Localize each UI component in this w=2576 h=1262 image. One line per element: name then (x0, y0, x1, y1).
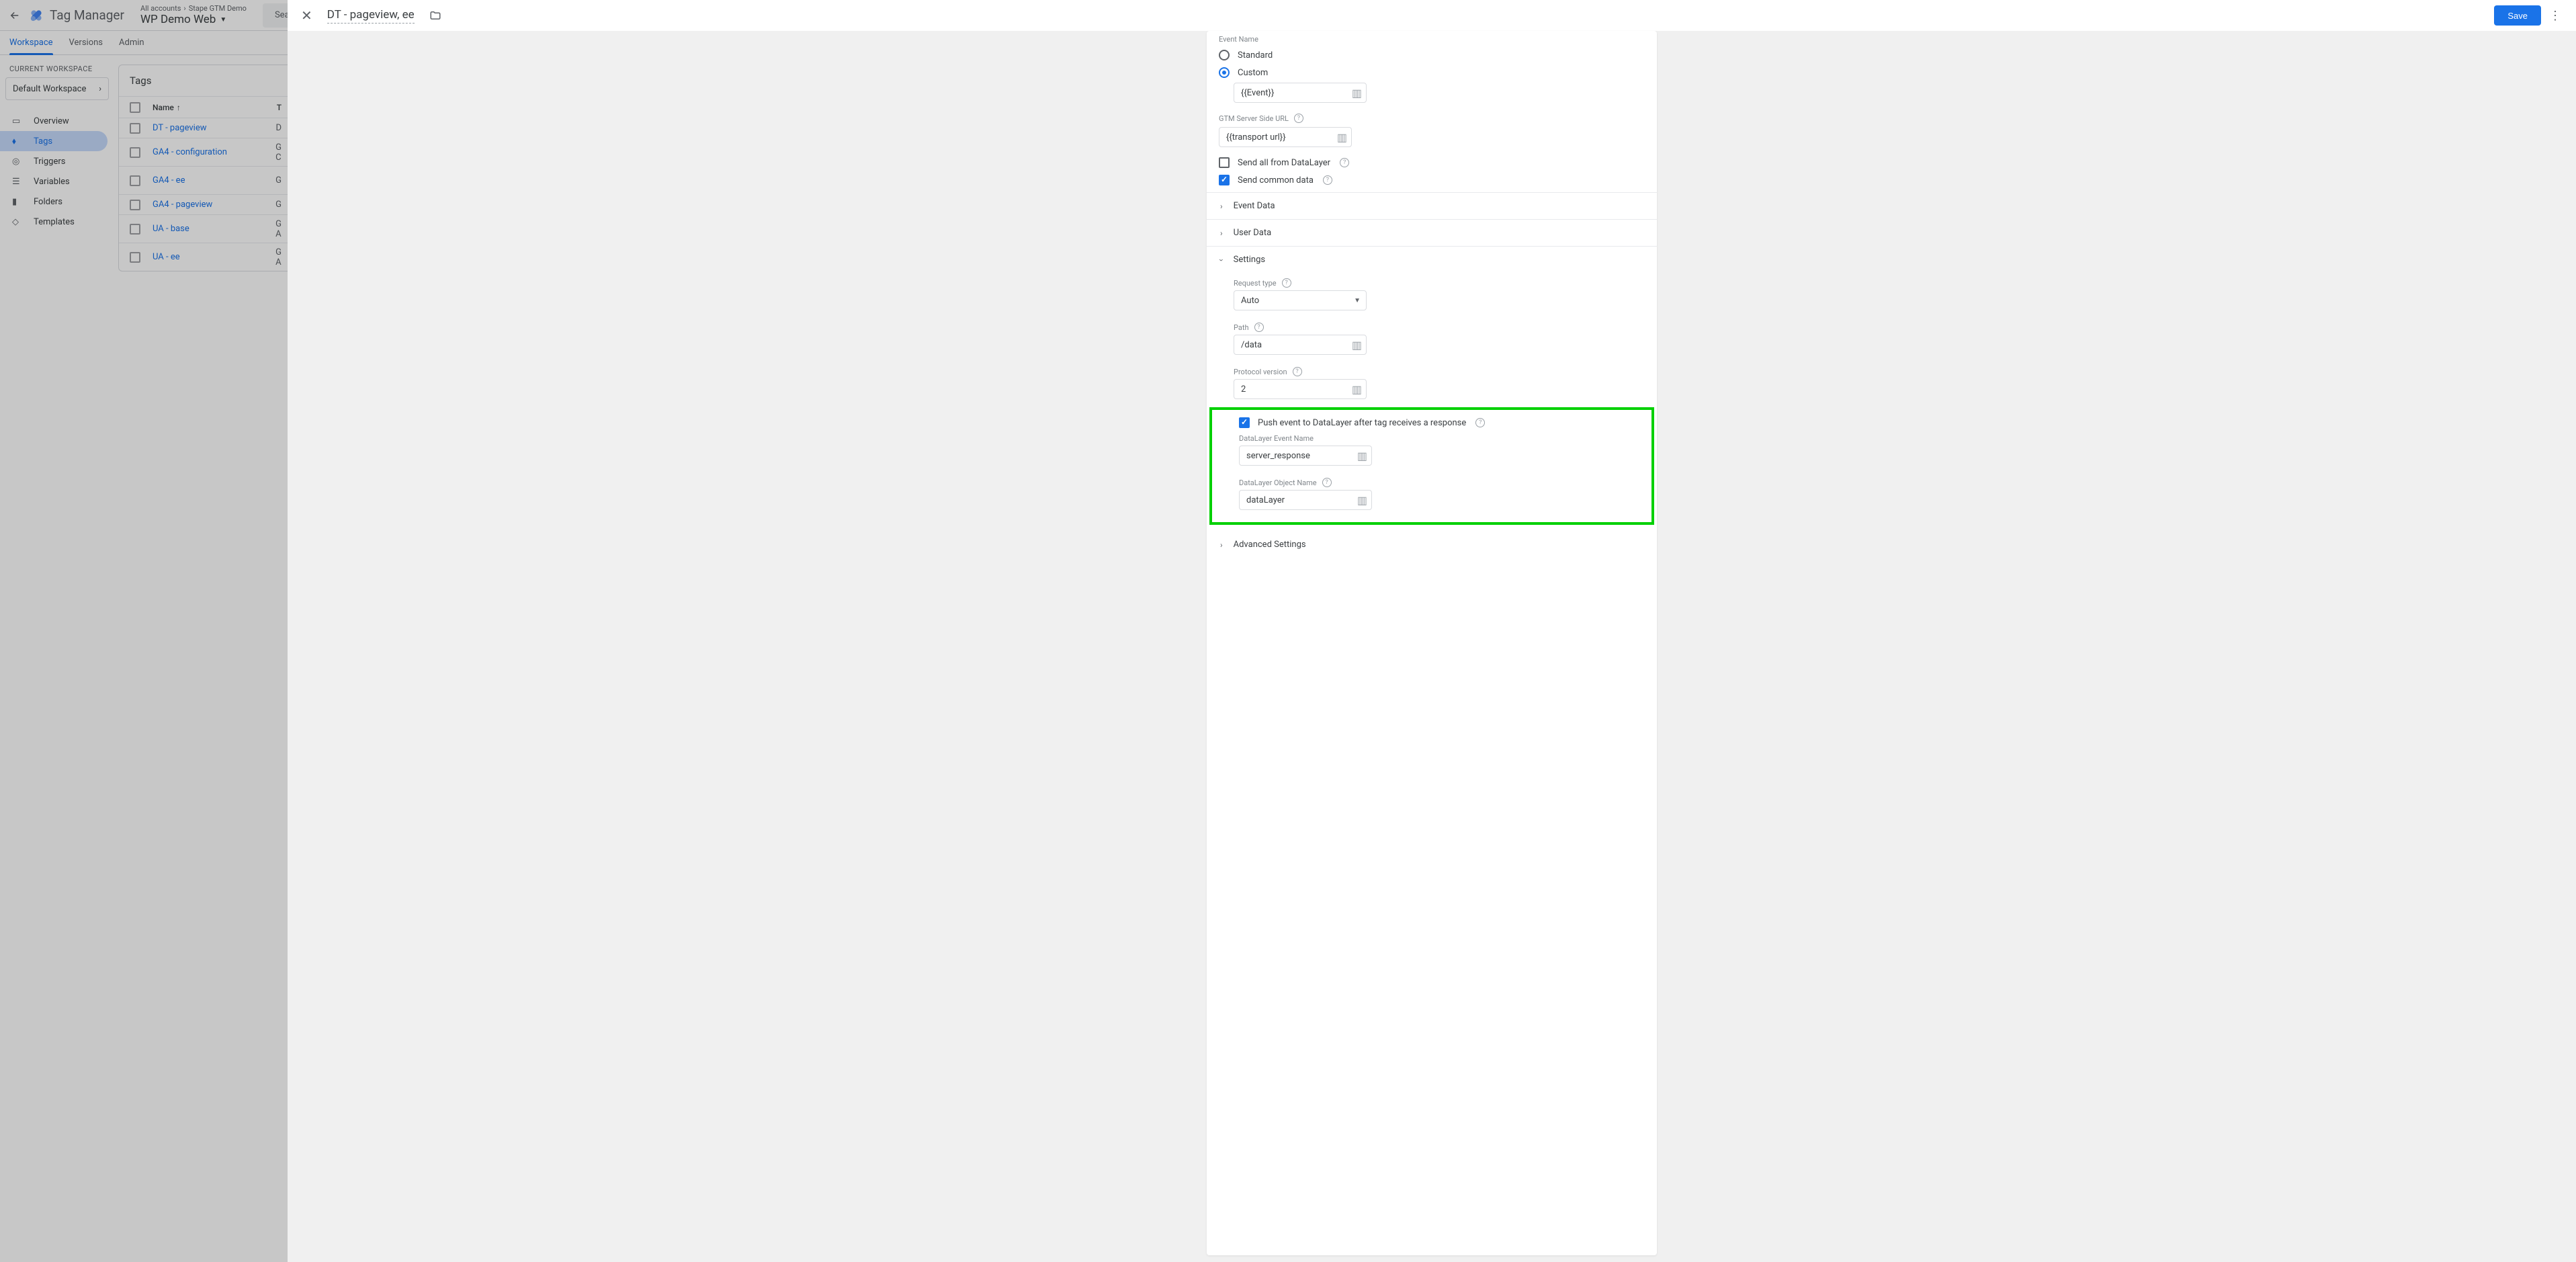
close-button[interactable]: ✕ (301, 7, 312, 24)
path-label: Path (1234, 323, 1249, 332)
help-icon[interactable]: ? (1282, 278, 1291, 288)
gtm-url-label: GTM Server Side URL (1219, 114, 1289, 123)
tag-editor-panel: ✕ DT - pageview, ee Save ⋮ Event Name St… (288, 0, 2576, 1262)
expander-user-data[interactable]: ›User Data (1207, 219, 1657, 246)
help-icon[interactable]: ? (1293, 367, 1302, 376)
dl-event-label: DataLayer Event Name (1212, 431, 1651, 444)
more-menu-button[interactable]: ⋮ (2545, 5, 2565, 26)
help-icon[interactable]: ? (1294, 114, 1303, 123)
checkbox-send-common[interactable] (1219, 175, 1230, 185)
variable-picker-icon[interactable]: ▥ (1352, 383, 1362, 396)
protocol-label: Protocol version (1234, 368, 1287, 376)
help-icon[interactable]: ? (1254, 323, 1264, 332)
expander-settings[interactable]: ›Settings (1207, 246, 1657, 273)
variable-picker-icon[interactable]: ▥ (1337, 131, 1347, 144)
variable-picker-icon[interactable]: ▥ (1352, 339, 1362, 351)
tag-title-input[interactable]: DT - pageview, ee (327, 8, 415, 24)
expander-event-data[interactable]: ›Event Data (1207, 192, 1657, 219)
checkbox-send-all[interactable] (1219, 157, 1230, 168)
folder-icon[interactable] (429, 9, 441, 22)
help-icon[interactable]: ? (1340, 158, 1349, 167)
event-name-input[interactable]: {{Event}} ▥ (1234, 83, 1367, 103)
chevron-right-icon: › (1220, 202, 1223, 211)
help-icon[interactable]: ? (1475, 418, 1485, 427)
save-button[interactable]: Save (2494, 5, 2541, 26)
dl-obj-label: DataLayer Object Name (1239, 478, 1317, 487)
request-type-select[interactable]: Auto ▼ (1234, 290, 1367, 310)
variable-picker-icon[interactable]: ▥ (1357, 450, 1367, 462)
caret-down-icon: ▼ (1354, 297, 1361, 304)
help-icon[interactable]: ? (1322, 478, 1332, 487)
chevron-right-icon: › (1220, 540, 1223, 550)
protocol-input[interactable]: 2 ▥ (1234, 379, 1367, 399)
chevron-down-icon: › (1217, 259, 1226, 261)
help-icon[interactable]: ? (1323, 175, 1332, 185)
highlighted-region: Push event to DataLayer after tag receiv… (1209, 407, 1654, 525)
variable-picker-icon[interactable]: ▥ (1352, 87, 1362, 99)
expander-advanced[interactable]: ›Advanced Settings (1207, 532, 1657, 558)
checkbox-push-datalayer[interactable] (1239, 417, 1250, 428)
dl-event-input[interactable]: server_response ▥ (1239, 446, 1372, 466)
event-name-label: Event Name (1207, 31, 1657, 46)
path-input[interactable]: /data ▥ (1234, 335, 1367, 355)
gtm-url-input[interactable]: {{transport url}} ▥ (1219, 127, 1352, 147)
dl-obj-input[interactable]: dataLayer ▥ (1239, 490, 1372, 510)
radio-custom[interactable] (1219, 67, 1230, 78)
variable-picker-icon[interactable]: ▥ (1357, 494, 1367, 507)
chevron-right-icon: › (1220, 228, 1223, 238)
radio-standard[interactable] (1219, 50, 1230, 60)
request-type-label: Request type (1234, 279, 1277, 288)
